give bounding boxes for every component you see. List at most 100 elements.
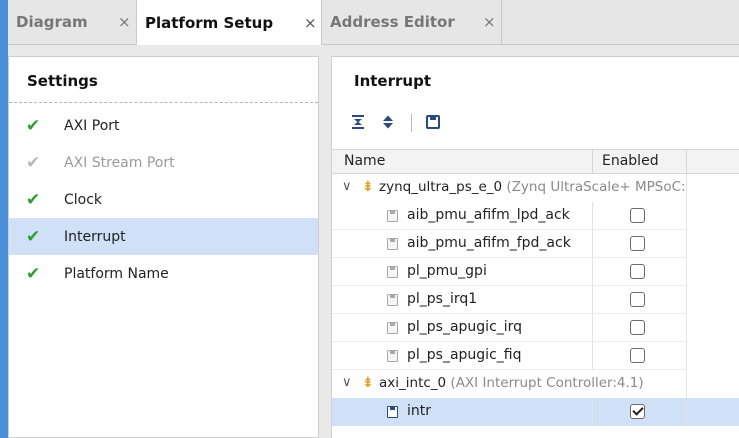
settings-item-clock[interactable]: ✔ Clock [9, 181, 318, 218]
group-ip-desc: (Zynq UltraScale+ MPSoC:3.3) [506, 179, 686, 195]
column-resize-handle[interactable] [592, 150, 593, 174]
group-ip-name: axi_intc_0 [379, 375, 447, 391]
settings-item-axi-stream-port[interactable]: ✔ AXI Stream Port [9, 144, 318, 181]
interrupt-title: Interrupt [354, 72, 431, 90]
row-divider [686, 286, 687, 314]
ip-port-icon: ⇟ [362, 375, 374, 391]
chevron-down-icon[interactable]: ∨ [342, 179, 352, 194]
interrupt-pin-icon [387, 406, 398, 418]
port-name: aib_pmu_afifm_fpd_ack [407, 235, 571, 251]
row-divider [686, 202, 687, 230]
interrupt-pin-icon [387, 350, 398, 362]
row-divider [592, 314, 593, 342]
interrupt-pin-icon [387, 238, 398, 250]
check-icon: ✔ [26, 263, 41, 284]
table-row-group[interactable]: ∨ ⇟ zynq_ultra_ps_e_0 (Zynq UltraScale+ … [332, 174, 739, 202]
tab-diagram-label: Diagram [16, 13, 88, 31]
tab-diagram[interactable]: Diagram × [8, 0, 136, 44]
enabled-checkbox[interactable] [630, 404, 645, 419]
table-row[interactable]: intr [332, 398, 739, 426]
tab-platform-setup-close-icon[interactable]: × [304, 14, 317, 32]
row-divider [592, 202, 593, 230]
tab-address-editor-close-icon[interactable]: × [483, 13, 496, 31]
tab-address-editor[interactable]: Address Editor × [322, 0, 502, 44]
row-divider [592, 230, 593, 258]
group-ip-name: zynq_ultra_ps_e_0 [379, 179, 503, 195]
row-divider [686, 370, 687, 398]
settings-item-interrupt[interactable]: ✔ Interrupt [9, 218, 318, 255]
group-row-content: ∨ ⇟ zynq_ultra_ps_e_0 (Zynq UltraScale+ … [332, 174, 686, 202]
table-row[interactable]: pl_ps_apugic_irq [332, 314, 739, 342]
check-icon: ✔ [26, 115, 41, 136]
row-divider [686, 258, 687, 286]
panel-splitter[interactable] [319, 45, 331, 438]
enabled-checkbox[interactable] [630, 236, 645, 251]
check-icon: ✔ [26, 226, 41, 247]
enabled-checkbox[interactable] [630, 320, 645, 335]
port-name: pl_ps_apugic_fiq [407, 347, 522, 363]
port-name: intr [407, 403, 432, 419]
group-name: axi_intc_0 (AXI Interrupt Controller:4.1… [379, 375, 644, 391]
toolbar-separator [411, 114, 412, 132]
row-divider [592, 258, 593, 286]
left-accent-bar [0, 45, 8, 438]
port-name: pl_ps_irq1 [407, 291, 478, 307]
row-divider [592, 286, 593, 314]
table-row[interactable]: pl_ps_irq1 [332, 286, 739, 314]
panel-gutter-top-left [8, 45, 319, 56]
row-divider [592, 342, 593, 370]
table-row[interactable]: pl_ps_apugic_fiq [332, 342, 739, 370]
window-accent-bar [0, 0, 8, 45]
port-name: pl_pmu_gpi [407, 263, 487, 279]
port-name: aib_pmu_afifm_lpd_ack [407, 207, 570, 223]
column-header-enabled[interactable]: Enabled [602, 153, 659, 169]
row-divider [686, 230, 687, 258]
enabled-checkbox[interactable] [630, 348, 645, 363]
settings-item-label: AXI Stream Port [64, 154, 175, 171]
enabled-checkbox[interactable] [630, 208, 645, 223]
interrupt-pin-icon [387, 210, 398, 222]
settings-item-label: AXI Port [64, 117, 120, 134]
interrupt-pin-icon [387, 266, 398, 278]
check-icon: ✔ [26, 152, 41, 173]
interrupt-pin-icon [387, 322, 398, 334]
enabled-checkbox[interactable] [630, 264, 645, 279]
panel-gutter-top-right [331, 45, 739, 56]
row-divider [686, 398, 687, 426]
table-header: Name Enabled [332, 149, 739, 174]
row-divider [686, 342, 687, 370]
tab-diagram-close-icon[interactable]: × [118, 13, 131, 31]
settings-item-axi-port[interactable]: ✔ AXI Port [9, 107, 318, 144]
column-header-name[interactable]: Name [344, 153, 385, 169]
settings-item-label: Platform Name [64, 265, 169, 282]
row-divider [686, 174, 687, 202]
enabled-checkbox[interactable] [630, 292, 645, 307]
tab-platform-setup[interactable]: Platform Setup × [136, 0, 322, 45]
save-icon[interactable] [423, 112, 443, 132]
tab-address-editor-label: Address Editor [330, 13, 455, 31]
table-row-group[interactable]: ∨ ⇟ axi_intc_0 (AXI Interrupt Controller… [332, 370, 739, 398]
settings-item-label: Clock [64, 191, 103, 208]
interrupt-toolbar [332, 106, 739, 140]
table-row[interactable]: aib_pmu_afifm_fpd_ack [332, 230, 739, 258]
column-resize-handle[interactable] [686, 150, 687, 174]
settings-divider [9, 102, 318, 103]
collapse-all-icon[interactable] [348, 112, 368, 132]
port-name: pl_ps_apugic_irq [407, 319, 523, 335]
group-row-content: ∨ ⇟ axi_intc_0 (AXI Interrupt Controller… [332, 370, 686, 398]
row-divider [686, 314, 687, 342]
expand-all-icon[interactable] [378, 112, 398, 132]
table-row[interactable]: aib_pmu_afifm_lpd_ack [332, 202, 739, 230]
row-divider [592, 398, 593, 426]
settings-title: Settings [27, 72, 98, 90]
settings-panel: Settings ✔ AXI Port ✔ AXI Stream Port ✔ … [8, 56, 319, 438]
check-icon: ✔ [26, 189, 41, 210]
tab-platform-setup-label: Platform Setup [145, 13, 274, 32]
interrupt-pin-icon [387, 294, 398, 306]
chevron-down-icon[interactable]: ∨ [342, 375, 352, 390]
ip-port-icon: ⇟ [362, 179, 374, 195]
group-name: zynq_ultra_ps_e_0 (Zynq UltraScale+ MPSo… [379, 179, 686, 195]
settings-item-platform-name[interactable]: ✔ Platform Name [9, 255, 318, 292]
interrupt-panel: Interrupt Name Enabled ∨ ⇟ zynq_ultra_ps… [331, 56, 739, 438]
table-row[interactable]: pl_pmu_gpi [332, 258, 739, 286]
